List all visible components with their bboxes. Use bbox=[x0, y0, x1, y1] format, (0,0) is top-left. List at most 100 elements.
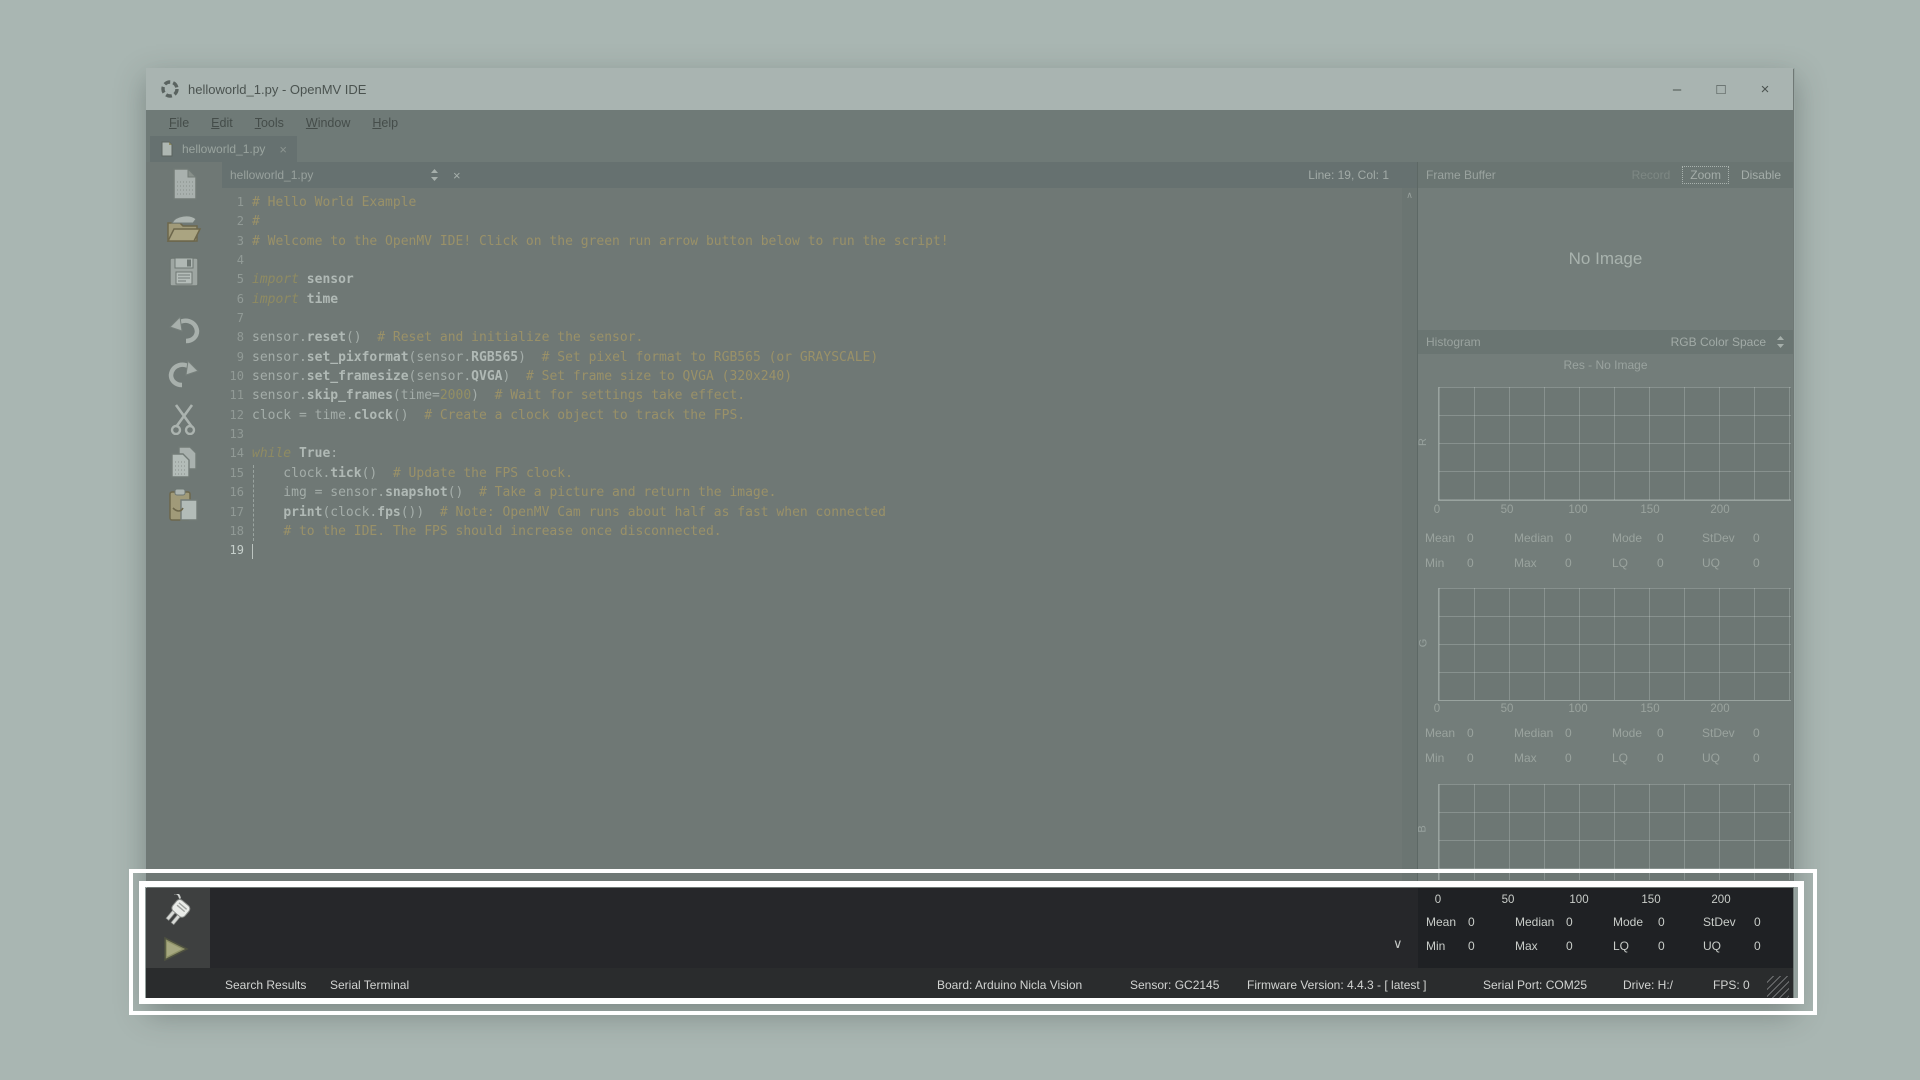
code-line-11: 11sensor.skip_frames(time=2000) # Wait f… bbox=[222, 386, 1403, 405]
tab-close-icon[interactable]: × bbox=[279, 142, 287, 157]
stat-value-min: 0 bbox=[1467, 751, 1474, 765]
axis-tick: 50 bbox=[1501, 504, 1514, 516]
editor-scrollbar[interactable]: ∧ bbox=[1402, 188, 1417, 882]
doc-close-icon[interactable]: × bbox=[453, 168, 461, 183]
color-space-spinner-icon[interactable] bbox=[1776, 335, 1785, 349]
stat-label-median: Median bbox=[1514, 531, 1553, 545]
frame-buffer-view: No Image bbox=[1418, 188, 1793, 330]
channel-label-g: G bbox=[1417, 639, 1429, 648]
channel-label-r: R bbox=[1417, 438, 1429, 446]
menu-tools[interactable]: Tools bbox=[244, 110, 295, 136]
code-line-4: 4 bbox=[222, 251, 1403, 270]
desktop: helloworld_1.py - OpenMV IDE – □ × FileE… bbox=[0, 0, 1920, 1080]
frame-buffer-toolbar: Frame Buffer Record Zoom Disable bbox=[1418, 162, 1793, 188]
histogram-chart-r bbox=[1438, 387, 1791, 501]
highlight-outer-border bbox=[129, 869, 1817, 1015]
paste-button[interactable] bbox=[146, 484, 222, 528]
axis-tick: 0 bbox=[1434, 703, 1440, 715]
copy-icon bbox=[167, 444, 201, 480]
code-line-14: 14while True: bbox=[222, 444, 1403, 463]
code-line-7: 7 bbox=[222, 309, 1403, 328]
stat-value-mean: 0 bbox=[1467, 531, 1474, 545]
title-bar[interactable]: helloworld_1.py - OpenMV IDE – □ × bbox=[146, 68, 1793, 110]
stat-value-min: 0 bbox=[1467, 556, 1474, 570]
python-file-icon bbox=[160, 141, 174, 157]
open-file-icon bbox=[165, 211, 203, 245]
g-axis-ticks: 050100150200 bbox=[1417, 703, 1793, 719]
menu-window[interactable]: Window bbox=[295, 110, 361, 136]
document-selector-bar: helloworld_1.py × Line: 19, Col: 1 bbox=[222, 162, 1417, 188]
stat-value-stdev: 0 bbox=[1753, 531, 1760, 545]
stat-value-mode: 0 bbox=[1657, 726, 1664, 740]
code-line-5: 5import sensor bbox=[222, 270, 1403, 289]
histogram-chart-b bbox=[1438, 784, 1791, 880]
zoom-button[interactable]: Zoom bbox=[1682, 166, 1729, 184]
axis-tick: 150 bbox=[1640, 703, 1659, 715]
g-stats-row1: Mean0Median0Mode0StDev0 bbox=[1417, 726, 1793, 744]
histogram-resolution: Res - No Image bbox=[1418, 354, 1793, 376]
stat-label-lq: LQ bbox=[1612, 751, 1628, 765]
disable-button[interactable]: Disable bbox=[1741, 168, 1781, 182]
r-stats-row2: Min0Max0LQ0UQ0 bbox=[1417, 556, 1793, 574]
color-space-select[interactable]: RGB Color Space bbox=[1671, 335, 1766, 349]
code-line-1: 1# Hello World Example bbox=[222, 193, 1403, 212]
axis-tick: 0 bbox=[1434, 504, 1440, 516]
tab-helloworld[interactable]: helloworld_1.py × bbox=[150, 136, 297, 162]
code-line-10: 10sensor.set_framesize(sensor.QVGA) # Se… bbox=[222, 367, 1403, 386]
copy-button[interactable] bbox=[146, 440, 222, 484]
code-editor[interactable]: 1# Hello World Example2#3# Welcome to th… bbox=[222, 188, 1403, 882]
menu-help[interactable]: Help bbox=[361, 110, 409, 136]
no-image-placeholder: No Image bbox=[1569, 249, 1643, 269]
undo-button[interactable] bbox=[146, 308, 222, 352]
editor-toolbar bbox=[146, 162, 222, 882]
stat-value-mean: 0 bbox=[1467, 726, 1474, 740]
document-selector[interactable]: helloworld_1.py bbox=[230, 168, 430, 182]
r-stats-row1: Mean0Median0Mode0StDev0 bbox=[1417, 531, 1793, 549]
maximize-button[interactable]: □ bbox=[1699, 74, 1743, 104]
open-file-button[interactable] bbox=[146, 206, 222, 250]
scroll-up-icon[interactable]: ∧ bbox=[1402, 188, 1417, 202]
stat-label-lq: LQ bbox=[1612, 556, 1628, 570]
window-title: helloworld_1.py - OpenMV IDE bbox=[188, 82, 366, 97]
stat-label-mean: Mean bbox=[1425, 726, 1455, 740]
stat-value-max: 0 bbox=[1565, 556, 1572, 570]
r-axis-ticks: 0 50 100 150 200 bbox=[1417, 504, 1793, 520]
new-file-button[interactable] bbox=[146, 162, 222, 206]
axis-tick: 100 bbox=[1568, 504, 1587, 516]
stat-label-mode: Mode bbox=[1612, 531, 1642, 545]
code-line-15: 15 clock.tick() # Update the FPS clock. bbox=[222, 464, 1403, 483]
menu-edit[interactable]: Edit bbox=[200, 110, 244, 136]
stat-label-max: Max bbox=[1514, 556, 1537, 570]
code-line-12: 12clock = time.clock() # Create a clock … bbox=[222, 406, 1403, 425]
indent-guide bbox=[253, 465, 255, 541]
paste-icon bbox=[167, 488, 201, 524]
histogram-header: Histogram RGB Color Space bbox=[1418, 330, 1793, 354]
axis-tick: 200 bbox=[1710, 504, 1729, 516]
code-line-19: 19 bbox=[222, 541, 1403, 560]
axis-tick: 150 bbox=[1640, 504, 1659, 516]
minimize-button[interactable]: – bbox=[1655, 74, 1699, 104]
menu-file[interactable]: File bbox=[158, 110, 200, 136]
redo-button[interactable] bbox=[146, 352, 222, 396]
stat-value-max: 0 bbox=[1565, 751, 1572, 765]
record-button[interactable]: Record bbox=[1632, 168, 1671, 182]
save-file-button[interactable] bbox=[146, 250, 222, 294]
doc-spinner-icon[interactable] bbox=[430, 168, 439, 182]
text-caret bbox=[252, 544, 253, 559]
stat-label-uq: UQ bbox=[1702, 751, 1720, 765]
cut-icon bbox=[168, 401, 200, 435]
cut-button[interactable] bbox=[146, 396, 222, 440]
stat-value-mode: 0 bbox=[1657, 531, 1664, 545]
histogram-chart-g bbox=[1438, 588, 1791, 701]
code-line-18: 18 # to the IDE. The FPS should increase… bbox=[222, 522, 1403, 541]
stat-label-stdev: StDev bbox=[1702, 726, 1735, 740]
stat-value-median: 0 bbox=[1565, 726, 1572, 740]
new-file-icon bbox=[168, 166, 200, 202]
stat-value-median: 0 bbox=[1565, 531, 1572, 545]
stat-value-uq: 0 bbox=[1753, 556, 1760, 570]
close-button[interactable]: × bbox=[1743, 74, 1787, 104]
stat-label-mode: Mode bbox=[1612, 726, 1642, 740]
code-line-3: 3# Welcome to the OpenMV IDE! Click on t… bbox=[222, 232, 1403, 251]
cursor-position: Line: 19, Col: 1 bbox=[1308, 168, 1389, 182]
tab-bar: helloworld_1.py × bbox=[146, 136, 1793, 162]
